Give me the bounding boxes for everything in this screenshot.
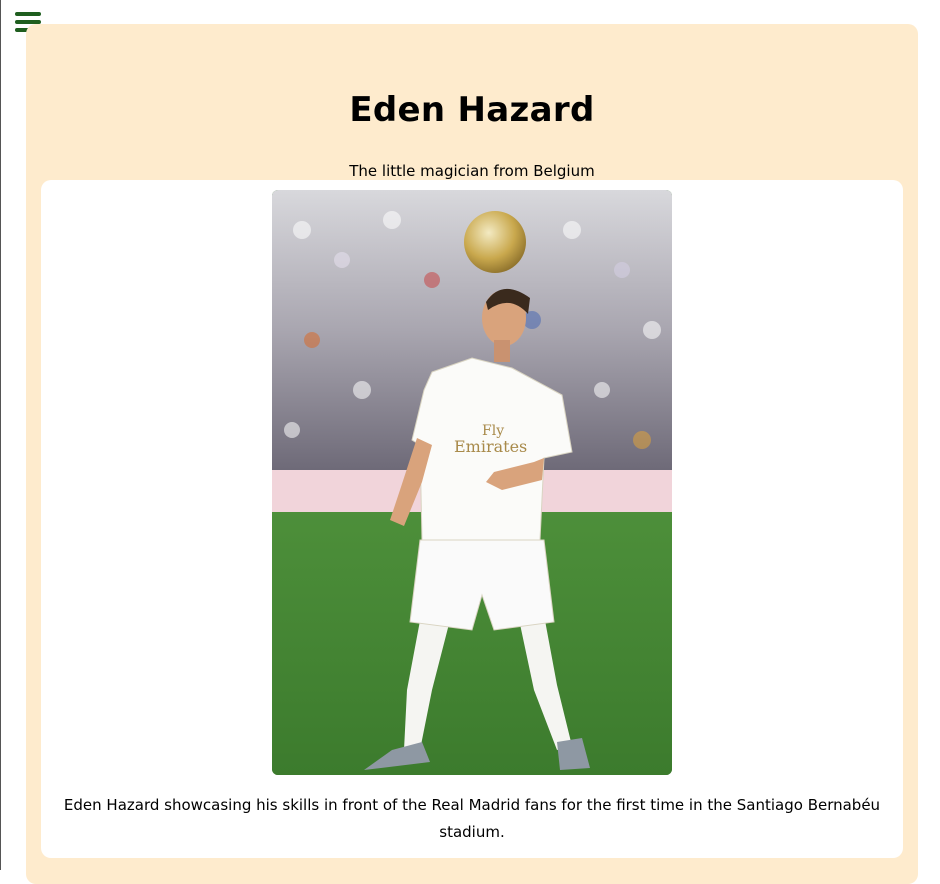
hazard-photo-illustration: Fly Emirates	[272, 190, 672, 775]
page-left-border	[0, 0, 1, 870]
svg-text:Emirates: Emirates	[454, 437, 527, 456]
image-card: Fly Emirates Eden Hazard showcasing his …	[41, 180, 903, 858]
hazard-photo: Fly Emirates	[272, 190, 672, 775]
page-title: Eden Hazard	[349, 90, 595, 130]
page-subtitle: The little magician from Belgium	[349, 162, 595, 180]
menu-bar-top	[15, 12, 41, 16]
photo-caption: Eden Hazard showcasing his skills in fro…	[63, 796, 881, 841]
football	[464, 211, 526, 273]
